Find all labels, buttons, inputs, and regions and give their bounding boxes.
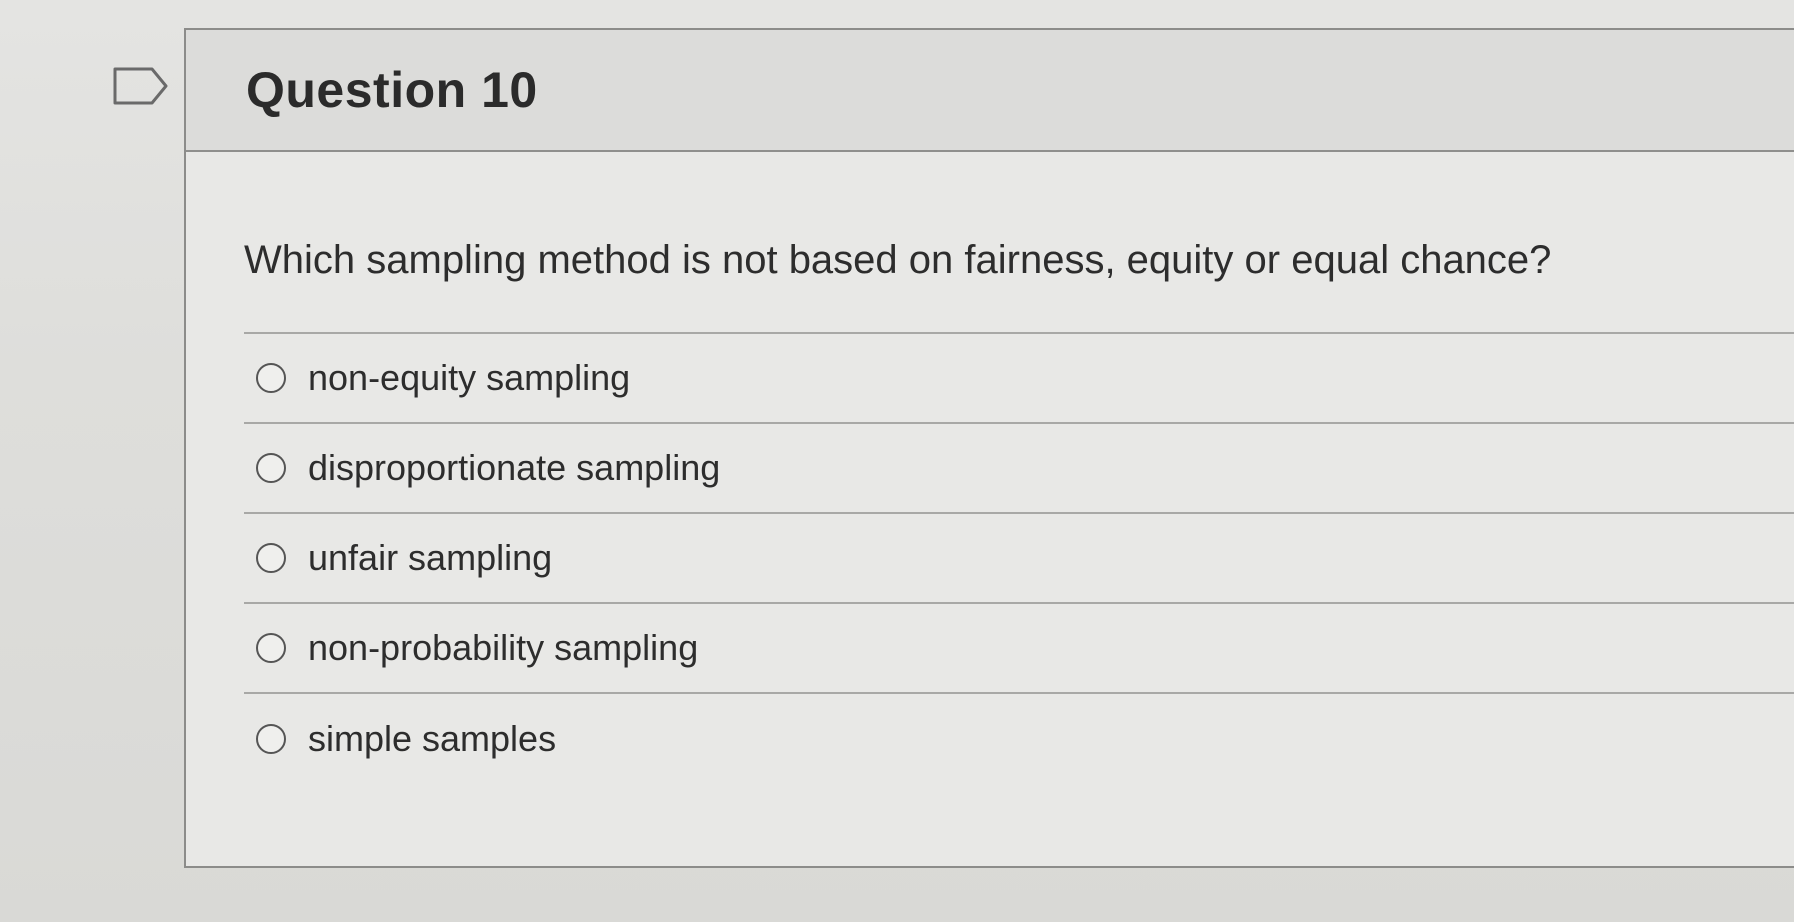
answer-option-disproportionate-sampling[interactable]: disproportionate sampling — [244, 424, 1794, 514]
answer-list: non-equity sampling disproportionate sam… — [244, 332, 1794, 784]
question-text: Which sampling method is not based on fa… — [244, 238, 1552, 282]
radio-button[interactable] — [256, 724, 286, 754]
answer-label: disproportionate sampling — [308, 447, 721, 488]
radio-button[interactable] — [256, 543, 286, 573]
question-card: Question 10 Which sampling method is not… — [184, 28, 1794, 868]
question-header: Question 10 — [186, 30, 1794, 152]
answer-option-non-equity-sampling[interactable]: non-equity sampling — [244, 334, 1794, 424]
radio-button[interactable] — [256, 633, 286, 663]
question-body: Which sampling method is not based on fa… — [186, 152, 1794, 784]
answer-label: simple samples — [308, 718, 557, 759]
radio-button[interactable] — [256, 363, 286, 393]
answer-label: non-equity sampling — [308, 357, 631, 398]
answer-option-unfair-sampling[interactable]: unfair sampling — [244, 514, 1794, 604]
answer-label: non-probability sampling — [308, 627, 699, 668]
flag-question-icon[interactable] — [112, 66, 170, 106]
question-title: Question 10 — [246, 62, 538, 118]
answer-option-non-probability-sampling[interactable]: non-probability sampling — [244, 604, 1794, 694]
answer-option-simple-samples[interactable]: simple samples — [244, 694, 1794, 784]
answer-label: unfair sampling — [308, 537, 553, 578]
radio-button[interactable] — [256, 453, 286, 483]
